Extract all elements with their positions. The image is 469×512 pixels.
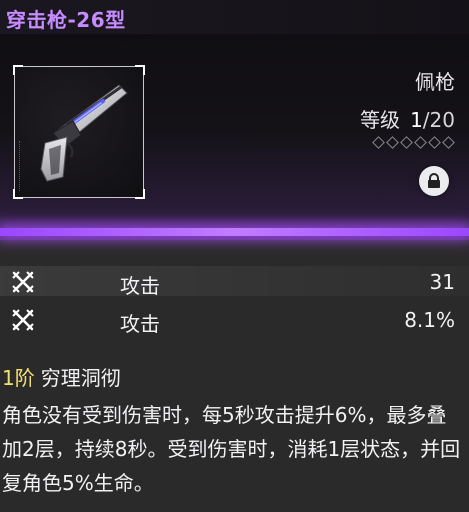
diamond-icon — [414, 136, 427, 149]
frame-corner — [135, 189, 145, 199]
weapon-detail-card: 穿击枪-26型 佩枪 等级 1/20 攻击 31 攻击 8.1% 1阶 穷理洞彻… — [0, 0, 469, 512]
skill-heading: 1阶 穷理洞彻 — [2, 362, 121, 391]
rarity-glow-line — [0, 228, 469, 236]
skill-description: 角色没有受到伤害时，每5秒攻击提升6%，最多叠加2层，持续8秒。受到伤害时，消耗… — [2, 403, 461, 495]
stat-value: 8.1% — [404, 308, 455, 332]
frame-corner — [13, 65, 23, 75]
refine-stars — [372, 136, 455, 149]
frame-corner — [135, 65, 145, 75]
level-display: 等级 1/20 — [360, 104, 455, 133]
weapon-header: 穿击枪-26型 佩枪 等级 1/20 — [0, 0, 469, 240]
pistol-image — [40, 84, 128, 182]
stat-value: 31 — [429, 270, 455, 294]
level-label: 等级 — [360, 108, 401, 132]
crossed-swords-icon — [12, 309, 34, 331]
stat-row: 攻击 31 — [0, 266, 469, 298]
diamond-icon — [386, 136, 399, 149]
lock-icon — [428, 173, 440, 188]
stat-name: 攻击 — [120, 274, 160, 298]
lock-button[interactable] — [419, 166, 449, 196]
skill-tier: 1阶 — [2, 366, 35, 390]
title-bar: 穿击枪-26型 — [0, 0, 469, 34]
stat-row: 攻击 8.1% — [0, 304, 469, 336]
weapon-image-frame — [13, 65, 145, 199]
level-max: 20 — [429, 108, 455, 132]
crossed-swords-icon — [12, 271, 34, 293]
skill-name: 穷理洞彻 — [40, 366, 121, 390]
weapon-title: 穿击枪-26型 — [6, 8, 126, 32]
diamond-icon — [428, 136, 441, 149]
diamond-icon — [400, 136, 413, 149]
weapon-category: 佩枪 — [415, 70, 455, 94]
stat-name: 攻击 — [120, 312, 160, 336]
diamond-icon — [372, 136, 385, 149]
diamond-icon — [442, 136, 455, 149]
level-current: 1 — [410, 108, 423, 132]
level-separator: / — [422, 108, 430, 132]
